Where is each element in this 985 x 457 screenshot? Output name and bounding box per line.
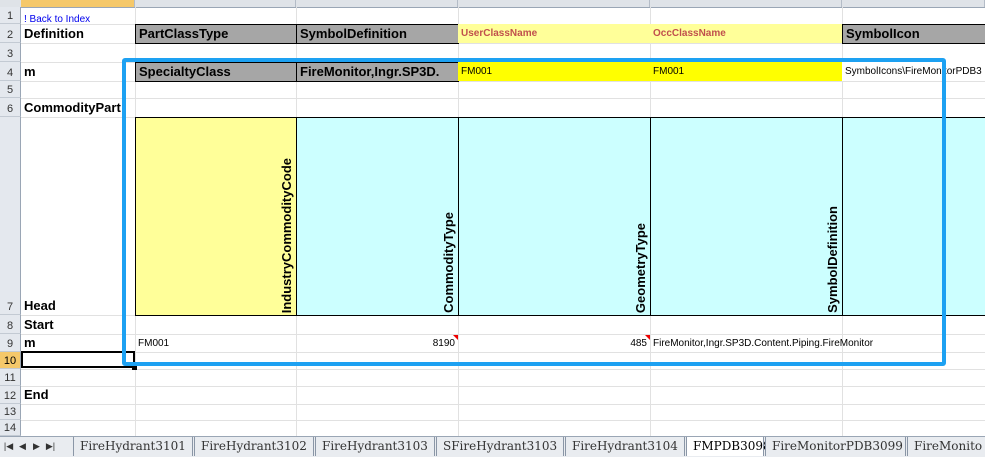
m-label: m bbox=[24, 335, 36, 350]
definition-value-symbol-icon[interactable]: SymbolIcons\FireMonitorPDB3 bbox=[842, 62, 985, 81]
row-header[interactable]: 2 bbox=[0, 24, 21, 43]
row-header[interactable]: 12 bbox=[0, 386, 21, 404]
row-header[interactable]: 5 bbox=[0, 81, 21, 98]
gridline bbox=[21, 98, 985, 99]
sheet-tab-firehydrant3103[interactable]: FireHydrant3103 bbox=[315, 437, 435, 456]
column-header-a[interactable] bbox=[21, 0, 135, 7]
column-header-e[interactable] bbox=[650, 0, 842, 7]
part-header-next-column[interactable] bbox=[842, 117, 985, 316]
row-header[interactable]: 8 bbox=[0, 315, 21, 334]
spreadsheet-grid[interactable]: 1 2 3 4 5 6 7 8 9 10 11 12 13 14 ! Back … bbox=[0, 0, 985, 436]
part-header-geometry-type-text: GeometryType bbox=[633, 222, 648, 313]
sheet-tab-firehydrant3102[interactable]: FireHydrant3102 bbox=[194, 437, 314, 456]
row-header[interactable]: 1 bbox=[0, 7, 21, 24]
active-cell-selection[interactable] bbox=[21, 351, 135, 368]
row-header[interactable]: 11 bbox=[0, 369, 21, 386]
row-header[interactable]: 3 bbox=[0, 43, 21, 62]
part-header-geometry-type[interactable]: GeometryType bbox=[458, 117, 651, 316]
row-header[interactable]: 7 bbox=[0, 117, 21, 315]
sheet-tab-sfirehydrant3103[interactable]: SFireHydrant3103 bbox=[436, 437, 564, 456]
commodity-part-label: CommodityPart bbox=[24, 100, 121, 115]
column-header-b[interactable] bbox=[135, 0, 296, 7]
definition-value-symbol-definition[interactable]: FireMonitor,Ingr.SP3D. bbox=[296, 62, 459, 82]
part-value-commodity-type[interactable]: 8190 bbox=[296, 335, 458, 352]
row-header[interactable]: 4 bbox=[0, 62, 21, 81]
part-header-industry-commodity-code[interactable]: IndustryCommodityCode bbox=[135, 117, 297, 316]
definition-value-user-class-name[interactable]: FM001 bbox=[458, 62, 650, 81]
next-sheet-button[interactable]: ▶ bbox=[31, 439, 42, 453]
part-value-symbol-definition[interactable]: FireMonitor,Ingr.SP3D.Content.Piping.Fir… bbox=[650, 335, 940, 352]
definition-header-symbol-definition[interactable]: SymbolDefinition bbox=[296, 24, 459, 44]
previous-sheet-button[interactable]: ◀ bbox=[17, 439, 28, 453]
definition-value-part-class-type[interactable]: SpecialtyClass bbox=[135, 62, 297, 82]
definition-header-part-class-type[interactable]: PartClassType bbox=[135, 24, 297, 44]
column-header-f[interactable] bbox=[842, 0, 985, 7]
definition-header-symbol-icon[interactable]: SymbolIcon bbox=[842, 24, 985, 44]
start-label: Start bbox=[24, 317, 54, 332]
part-value-geometry-type[interactable]: 485 bbox=[458, 335, 650, 352]
first-sheet-button[interactable]: |◀ bbox=[3, 439, 14, 453]
head-label: Head bbox=[24, 298, 56, 313]
row-header[interactable]: 14 bbox=[0, 420, 21, 436]
sheet-tab-fmpdb3098[interactable]: FMPDB3098 bbox=[686, 437, 771, 456]
last-sheet-button[interactable]: ▶| bbox=[45, 439, 56, 453]
definition-value-occ-class-name[interactable]: FM001 bbox=[650, 62, 842, 81]
part-header-commodity-type[interactable]: CommodityType bbox=[296, 117, 459, 316]
gridline bbox=[21, 352, 985, 353]
sheet-tab-firehydrant3104[interactable]: FireHydrant3104 bbox=[565, 437, 685, 456]
back-to-index-link-text[interactable]: ! Back to Index bbox=[24, 14, 90, 23]
part-value-commodity-type-text: 8190 bbox=[432, 338, 455, 349]
column-header-d[interactable] bbox=[458, 0, 650, 7]
end-label: End bbox=[24, 387, 49, 402]
row-header[interactable]: 9 bbox=[0, 334, 21, 352]
fill-handle[interactable] bbox=[132, 365, 137, 370]
sheet-tab-firemonitor[interactable]: FireMonito bbox=[907, 437, 985, 456]
part-header-symbol-definition-text: SymbolDefinition bbox=[825, 206, 840, 313]
gridline bbox=[21, 404, 985, 405]
gridline bbox=[21, 420, 985, 421]
back-to-index-link[interactable]: ! Back to Index bbox=[24, 9, 90, 23]
part-header-symbol-definition[interactable]: SymbolDefinition bbox=[650, 117, 843, 316]
definition-label: Definition bbox=[24, 26, 84, 41]
definition-header-occ-class-name[interactable]: OccClassName bbox=[650, 24, 842, 43]
row-header[interactable]: 13 bbox=[0, 404, 21, 420]
part-header-commodity-type-text: CommodityType bbox=[441, 212, 456, 313]
sheet-tab-firemonitorpdb3099[interactable]: FireMonitorPDB3099 bbox=[765, 437, 906, 456]
column-header-c[interactable] bbox=[296, 0, 458, 7]
part-header-industry-commodity-code-text: IndustryCommodityCode bbox=[279, 157, 294, 313]
gridline bbox=[21, 386, 985, 387]
gridline bbox=[21, 369, 985, 370]
m-label: m bbox=[24, 64, 36, 79]
row-header[interactable]: 6 bbox=[0, 98, 21, 117]
definition-header-user-class-name[interactable]: UserClassName bbox=[458, 24, 650, 43]
part-value-industry-commodity-code[interactable]: FM001 bbox=[135, 335, 296, 352]
row-header[interactable]: 10 bbox=[0, 352, 21, 369]
sheet-tab-bar: |◀ ◀ ▶ ▶| FireHydrant3101 FireHydrant310… bbox=[0, 436, 985, 457]
sheet-tab-firehydrant3101[interactable]: FireHydrant3101 bbox=[73, 437, 193, 456]
column-header-strip bbox=[0, 0, 985, 8]
